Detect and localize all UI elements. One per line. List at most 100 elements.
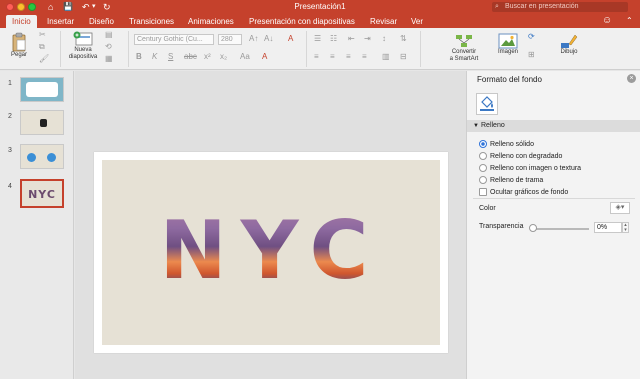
- align-center-icon[interactable]: ≡: [330, 52, 335, 62]
- image-button[interactable]: Imagen: [494, 33, 522, 56]
- tab-ver[interactable]: Ver: [411, 15, 423, 28]
- transparency-label: Transparencia: [479, 223, 524, 230]
- slide-thumbnail-4[interactable]: NYC: [20, 179, 64, 208]
- hide-background-graphics[interactable]: Ocultar gráficos de fondo: [479, 188, 568, 197]
- bullets-icon[interactable]: ☰: [314, 34, 321, 44]
- slide-background[interactable]: NYC: [102, 160, 440, 345]
- slide-canvas[interactable]: NYC: [75, 71, 466, 379]
- grow-font-icon[interactable]: A↑: [249, 34, 258, 44]
- convert-smartart-button[interactable]: Convertir a SmartArt: [444, 33, 484, 63]
- new-slide-button[interactable]: Nueva diapositiva: [66, 31, 100, 61]
- italic-button[interactable]: K: [152, 52, 157, 62]
- title-bar: ⌂ 💾 ↶ ▾ ↻ Presentación1 ⌕ Buscar en pres…: [0, 0, 640, 14]
- shapes-icon[interactable]: ⟳: [528, 32, 535, 42]
- arrange-icon[interactable]: ⊞: [528, 50, 535, 60]
- tab-transiciones[interactable]: Transiciones: [129, 15, 174, 28]
- transparency-input[interactable]: 0%: [594, 222, 622, 233]
- change-case-button[interactable]: Aa: [240, 52, 250, 62]
- ribbon: Pegar ✂ ⧉ 🖌 Nueva diapositiva ▤ ⟲ ▦ Cent…: [0, 28, 640, 70]
- collapse-ribbon-icon[interactable]: ⌃: [626, 16, 633, 26]
- pane-title: Formato del fondo: [477, 75, 542, 84]
- slide-number: 2: [8, 113, 12, 120]
- decrease-indent-icon[interactable]: ⇤: [348, 34, 355, 44]
- fill-option-picture[interactable]: Relleno con imagen o textura: [479, 164, 581, 173]
- checkbox-label: Ocultar gráficos de fondo: [490, 189, 569, 196]
- transparency-value: 0%: [597, 224, 608, 231]
- clipboard-icon: [12, 32, 26, 52]
- color-picker-button[interactable]: ◈▾: [610, 202, 630, 214]
- new-slide-label-2: diapositiva: [68, 54, 98, 60]
- close-pane-button[interactable]: ×: [627, 74, 636, 83]
- increase-indent-icon[interactable]: ⇥: [364, 34, 371, 44]
- fill-section-header[interactable]: ▼ Relleno: [467, 120, 640, 132]
- paste-label: Pegar: [10, 52, 27, 58]
- tab-presentacion[interactable]: Presentación con diapositivas: [249, 15, 355, 28]
- slide-number: 4: [8, 183, 12, 190]
- copy-icon[interactable]: ⧉: [39, 42, 45, 52]
- tab-inicio[interactable]: Inicio: [6, 15, 37, 28]
- drawing-icon: [561, 34, 578, 48]
- align-right-icon[interactable]: ≡: [346, 52, 351, 62]
- tab-diseno[interactable]: Diseño: [89, 15, 114, 28]
- underline-button[interactable]: S: [168, 52, 173, 62]
- bold-button[interactable]: B: [136, 52, 142, 62]
- slide-thumbnails-panel[interactable]: 1 2 3 4 NYC: [0, 71, 74, 379]
- convert-label: Convertir: [451, 49, 477, 55]
- nyc-title-text[interactable]: NYC: [102, 206, 440, 296]
- columns-icon[interactable]: ▥: [382, 52, 390, 62]
- reset-icon[interactable]: ⟲: [105, 42, 112, 52]
- feedback-smiley-icon[interactable]: ☺: [602, 16, 612, 26]
- slide-thumbnail-3[interactable]: [20, 144, 64, 169]
- image-label: Imagen: [497, 49, 518, 55]
- tab-animaciones[interactable]: Animaciones: [188, 15, 234, 28]
- slide-thumbnail-1[interactable]: [20, 77, 64, 102]
- fill-option-gradient[interactable]: Relleno con degradado: [479, 152, 562, 161]
- superscript-button[interactable]: x²: [204, 52, 211, 62]
- radio[interactable]: [479, 152, 487, 160]
- shrink-font-icon[interactable]: A↓: [264, 34, 273, 44]
- radio-selected[interactable]: [479, 140, 487, 148]
- new-slide-label: Nueva: [74, 47, 92, 53]
- transparency-slider[interactable]: [533, 228, 589, 230]
- current-slide[interactable]: NYC: [94, 152, 448, 353]
- tab-insertar[interactable]: Insertar: [47, 15, 74, 28]
- numbering-icon[interactable]: ☷: [330, 34, 337, 44]
- divider: [420, 31, 421, 67]
- fill-tab-button[interactable]: [476, 93, 498, 115]
- divider: [128, 31, 129, 67]
- radio[interactable]: [479, 176, 487, 184]
- format-painter-icon[interactable]: 🖌: [39, 54, 49, 64]
- paste-button[interactable]: Pegar: [7, 32, 31, 59]
- cut-icon[interactable]: ✂: [39, 30, 46, 40]
- fill-option-pattern[interactable]: Relleno de trama: [479, 176, 543, 185]
- tab-revisar[interactable]: Revisar: [370, 15, 397, 28]
- line-spacing-icon[interactable]: ↕: [382, 34, 386, 44]
- text-direction-icon[interactable]: ⇅: [400, 34, 407, 44]
- align-text-icon[interactable]: ⊟: [400, 52, 407, 62]
- transparency-stepper[interactable]: ▴ ▾: [622, 222, 629, 233]
- justify-icon[interactable]: ≡: [362, 52, 367, 62]
- layout-icon[interactable]: ▤: [105, 30, 113, 40]
- font-size-select[interactable]: 280: [218, 34, 242, 45]
- fill-option-solid[interactable]: Relleno sólido: [479, 140, 534, 149]
- option-label: Relleno sólido: [490, 141, 534, 148]
- clear-format-icon[interactable]: A: [288, 34, 293, 44]
- search-input[interactable]: ⌕ Buscar en presentación: [492, 2, 628, 12]
- section-icon[interactable]: ▦: [105, 54, 113, 64]
- subscript-button[interactable]: x₂: [220, 52, 227, 62]
- slide-thumbnail-2[interactable]: [20, 110, 64, 135]
- powerpoint-window: ⌂ 💾 ↶ ▾ ↻ Presentación1 ⌕ Buscar en pres…: [0, 0, 640, 379]
- drawing-button[interactable]: Dibujo: [556, 33, 582, 56]
- font-color-button[interactable]: A: [262, 52, 267, 62]
- font-name-select[interactable]: Century Gothic (Cu...: [134, 34, 214, 45]
- convert-label-2: a SmartArt: [449, 56, 479, 62]
- new-slide-icon: [73, 31, 93, 46]
- divider: [60, 31, 61, 67]
- slide-number: 1: [8, 80, 12, 87]
- strikethrough-button[interactable]: abc: [184, 52, 197, 62]
- align-left-icon[interactable]: ≡: [314, 52, 319, 62]
- radio[interactable]: [479, 164, 487, 172]
- transparency-slider-handle[interactable]: [529, 224, 537, 232]
- checkbox[interactable]: [479, 188, 487, 196]
- collapse-triangle-icon: ▼: [473, 123, 479, 129]
